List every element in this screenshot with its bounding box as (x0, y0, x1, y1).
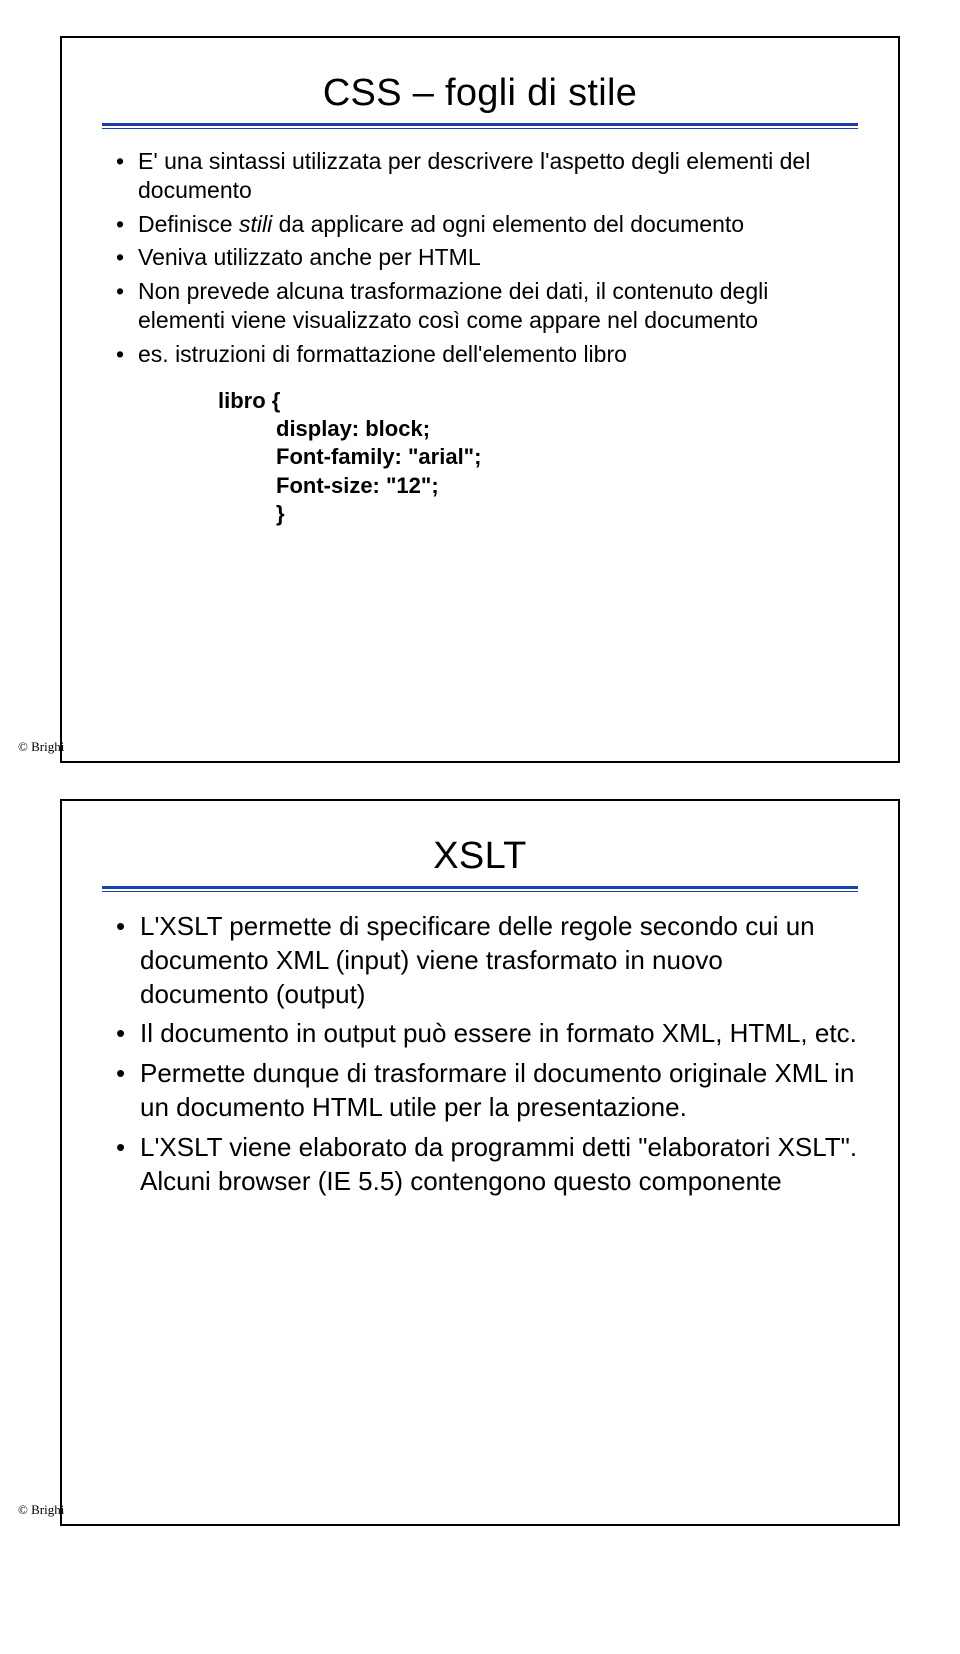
bullet-item: Non prevede alcuna trasformazione dei da… (114, 277, 858, 336)
divider-thick (102, 123, 858, 126)
bullet-item: L'XSLT permette di specificare delle reg… (114, 910, 858, 1011)
code-line: display: block; (218, 415, 858, 443)
bullet-item: E' una sintassi utilizzata per descriver… (114, 147, 858, 206)
code-line: } (218, 500, 858, 528)
code-line: libro { (218, 387, 858, 415)
slide-css: CSS – fogli di stile E' una sintassi uti… (60, 36, 900, 763)
bullet-item: Veniva utilizzato anche per HTML (114, 243, 858, 272)
divider-thin (102, 891, 858, 892)
bullet-item: Definisce stili da applicare ad ogni ele… (114, 210, 858, 239)
slide-title: CSS – fogli di stile (102, 72, 858, 115)
copyright: © Brighi (18, 1502, 64, 1518)
slide-xslt: XSLT L'XSLT permette di specificare dell… (60, 799, 900, 1526)
code-block: libro { display: block; Font-family: "ar… (218, 387, 858, 528)
bullet-item: Permette dunque di trasformare il docume… (114, 1057, 858, 1125)
divider-thick (102, 886, 858, 889)
bullet-list: L'XSLT permette di specificare delle reg… (102, 910, 858, 1198)
slide-title: XSLT (102, 835, 858, 878)
code-line: Font-size: "12"; (218, 472, 858, 500)
copyright: © Brighi (18, 739, 64, 755)
bullet-item: Il documento in output può essere in for… (114, 1017, 858, 1051)
code-line: Font-family: "arial"; (218, 443, 858, 471)
bullet-item: L'XSLT viene elaborato da programmi dett… (114, 1131, 858, 1199)
divider-thin (102, 128, 858, 129)
bullet-item: es. istruzioni di formattazione dell'ele… (114, 340, 858, 369)
bullet-list: E' una sintassi utilizzata per descriver… (102, 147, 858, 369)
